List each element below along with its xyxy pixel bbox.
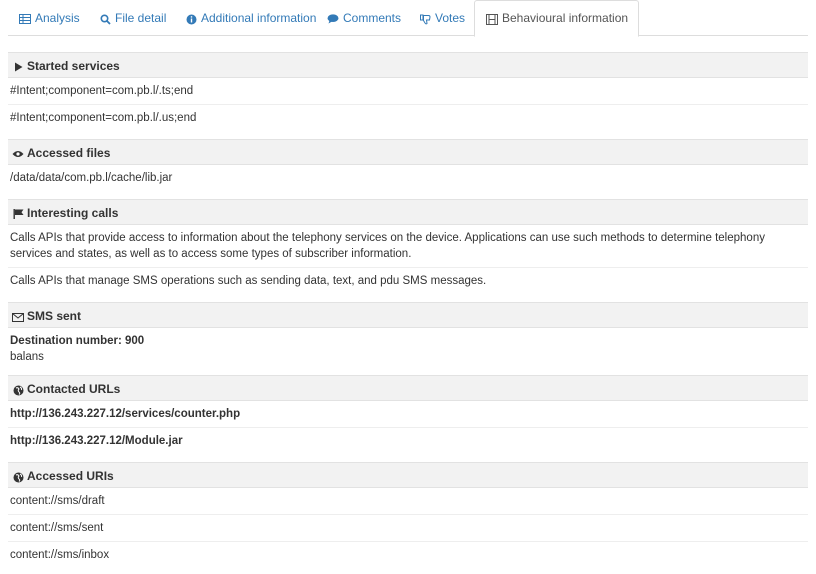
envelope-icon xyxy=(12,305,24,331)
section-title: Accessed URIs xyxy=(27,469,114,483)
list-item: /data/data/com.pb.l/cache/lib.jar xyxy=(10,172,173,184)
film-icon xyxy=(485,2,499,36)
list-item: Calls APIs that provide access to inform… xyxy=(8,225,808,268)
search-icon xyxy=(98,1,112,37)
flag-icon xyxy=(12,202,24,228)
tab-behavioural-information[interactable]: Behavioural information xyxy=(474,0,640,37)
tab-label: Behavioural information xyxy=(502,11,629,25)
list-item: http://136.243.227.12/services/counter.p… xyxy=(8,401,808,428)
tab-label: File detail xyxy=(115,11,167,25)
tab-analysis[interactable]: Analysis xyxy=(18,0,80,36)
sms-entry: Destination number: 900 balans xyxy=(8,328,808,369)
section-sms-sent: SMS sent xyxy=(8,302,808,328)
destination-number: Destination number: 900 xyxy=(10,335,145,347)
globe-icon xyxy=(12,378,24,404)
tab-label: Additional information xyxy=(201,11,317,25)
tab-additional-information[interactable]: Additional information xyxy=(184,0,316,36)
play-icon xyxy=(12,55,24,81)
eye-icon xyxy=(12,142,24,168)
list-item: http://136.243.227.12/Module.jar xyxy=(10,435,183,447)
info-icon xyxy=(184,1,198,37)
section-title: SMS sent xyxy=(27,309,82,323)
table-icon xyxy=(18,1,32,37)
tab-file-detail[interactable]: File detail xyxy=(98,0,166,36)
section-title: Contacted URLs xyxy=(27,382,121,396)
tab-bar: Analysis File detail Additional informat… xyxy=(8,0,808,37)
section-contacted-urls: Contacted URLs xyxy=(8,375,808,401)
section-title: Accessed files xyxy=(27,146,111,160)
list-item: #Intent;component=com.pb.l/.us;end xyxy=(10,112,197,124)
tab-comments[interactable]: Comments xyxy=(326,0,401,36)
list-item: content://sms/draft xyxy=(8,488,808,515)
section-accessed-files: Accessed files xyxy=(8,139,808,165)
section-started-services: Started services xyxy=(8,52,808,78)
tab-label: Votes xyxy=(435,11,466,25)
section-title: Started services xyxy=(27,59,120,73)
list-item: content://sms/sent xyxy=(8,515,808,542)
section-accessed-uris: Accessed URIs xyxy=(8,462,808,488)
tab-votes[interactable]: Votes xyxy=(418,0,465,36)
tab-label: Comments xyxy=(343,11,402,25)
list-item: #Intent;component=com.pb.l/.ts;end xyxy=(8,78,808,105)
section-title: Interesting calls xyxy=(27,206,119,220)
thumbs-down-icon xyxy=(418,1,432,37)
section-interesting-calls: Interesting calls xyxy=(8,199,808,225)
globe-icon xyxy=(12,465,24,491)
list-item: Calls APIs that manage SMS operations su… xyxy=(10,275,487,287)
list-item: content://sms/inbox xyxy=(10,549,110,561)
tab-label: Analysis xyxy=(35,11,80,25)
comment-icon xyxy=(326,1,340,37)
behavioural-panel: Started services #Intent;component=com.p… xyxy=(8,36,808,568)
sms-message: balans xyxy=(10,351,44,363)
